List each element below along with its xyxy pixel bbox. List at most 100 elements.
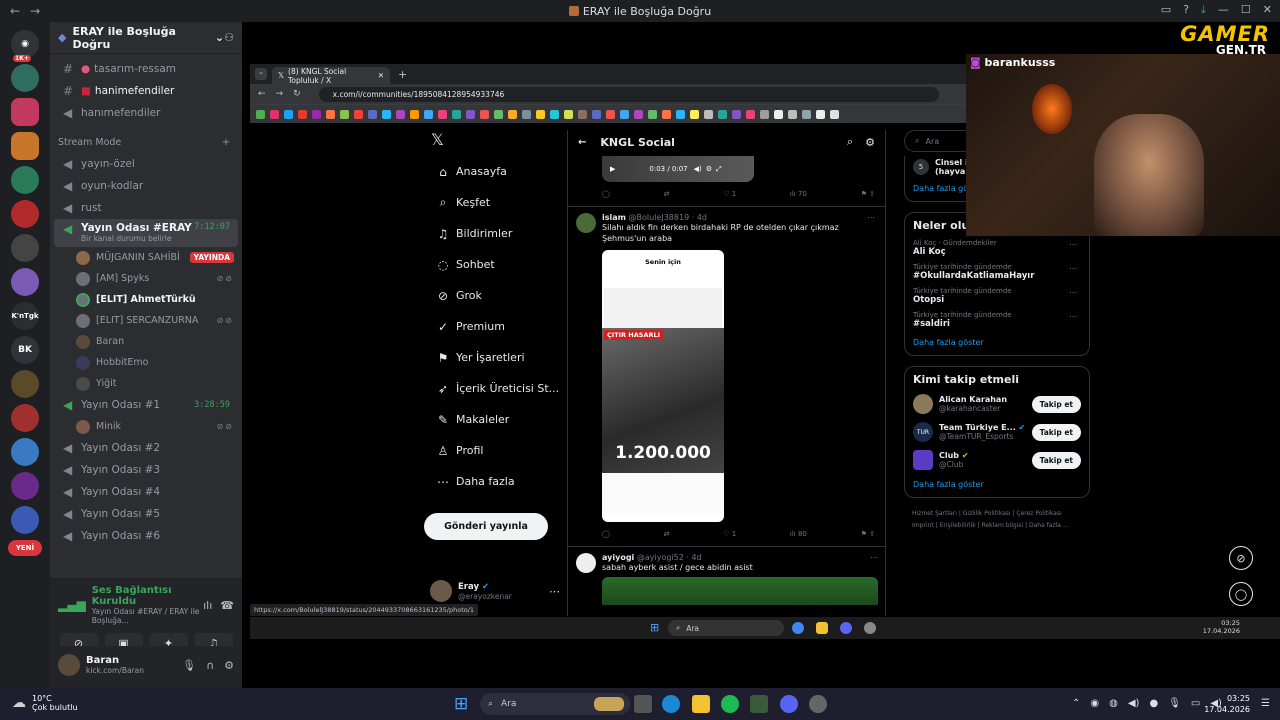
bookmark-favicon-icon[interactable]: [620, 109, 629, 119]
app-icon[interactable]: [864, 622, 876, 634]
nav-creator-studio[interactable]: ➶ İçerik Üreticisi St...: [430, 373, 566, 404]
nav-home[interactable]: ⌂ Anasayfa: [430, 156, 566, 187]
server-icon[interactable]: [11, 506, 39, 534]
weather-widget[interactable]: ☁ 10°C Çok bulutlu: [12, 694, 78, 712]
folder-icon[interactable]: [816, 622, 828, 634]
inner-search-box[interactable]: ⌕ Ara: [668, 620, 784, 636]
voice-channel[interactable]: ◀ Yayın Odası #5: [54, 503, 238, 525]
help-icon[interactable]: ?: [1183, 3, 1189, 17]
add-channel-icon[interactable]: +: [222, 137, 230, 148]
bookmark-favicon-icon[interactable]: [634, 109, 643, 119]
follow-button[interactable]: Takip et: [1031, 423, 1081, 441]
footer-link[interactable]: Çerez Politikası: [1016, 510, 1061, 517]
bookmark-favicon-icon[interactable]: [718, 109, 727, 119]
bookmark-favicon-icon[interactable]: [578, 109, 587, 119]
tray-app-icon[interactable]: ●: [1149, 698, 1158, 709]
more-dots-icon[interactable]: ⋯: [1069, 264, 1077, 273]
nav-notifications[interactable]: ♫ Bildirimler: [430, 218, 566, 249]
bookmark-favicon-icon[interactable]: [452, 109, 461, 119]
spotify-icon[interactable]: [721, 695, 739, 713]
footer-link[interactable]: Erişilebilirlik: [940, 522, 976, 529]
reply-icon[interactable]: ◯: [602, 530, 610, 538]
nav-more[interactable]: ⋯ Daha fazla: [430, 466, 566, 497]
app-icon[interactable]: [750, 695, 768, 713]
x-logo-icon[interactable]: 𝕏: [430, 130, 566, 156]
clock[interactable]: 03:25 17.04.2026: [1204, 693, 1250, 715]
maximize-icon[interactable]: ☐: [1241, 3, 1251, 17]
server-icon[interactable]: [11, 64, 39, 92]
app-icon[interactable]: [809, 695, 827, 713]
grok-float-icon[interactable]: ⊘: [1229, 546, 1253, 570]
fullscreen-icon[interactable]: ⤢: [716, 165, 722, 174]
server-icon[interactable]: [11, 234, 39, 262]
channel-item[interactable]: ◀ oyun-kodlar: [54, 175, 238, 197]
close-icon[interactable]: ✕: [1263, 3, 1272, 17]
bookmark-favicon-icon[interactable]: [662, 109, 671, 119]
nav-explore[interactable]: ⌕ Keşfet: [430, 187, 566, 218]
settings-icon[interactable]: ⚙: [706, 165, 712, 173]
settings-gear-icon[interactable]: ⚙: [224, 659, 234, 672]
nav-articles[interactable]: ✎ Makaleler: [430, 404, 566, 435]
server-icon-bk[interactable]: BK: [11, 336, 39, 364]
inbox-icon[interactable]: ▭: [1161, 3, 1171, 17]
voice-user[interactable]: Baran: [50, 331, 242, 352]
bookmark-favicon-icon[interactable]: [438, 109, 447, 119]
channel-item[interactable]: ◀ hanımefendiler: [54, 102, 238, 124]
nav-chat[interactable]: ◌ Sohbet: [430, 249, 566, 280]
bookmark-favicon-icon[interactable]: [480, 109, 489, 119]
tab-list-icon[interactable]: ⌄: [255, 68, 267, 80]
more-dots-icon[interactable]: ⋯: [870, 553, 878, 562]
invite-icon[interactable]: ⚇: [224, 31, 234, 44]
server-icon[interactable]: [11, 166, 39, 194]
chrome-icon[interactable]: [792, 622, 804, 634]
bookmark-favicon-icon[interactable]: [522, 109, 531, 119]
bookmark-favicon-icon[interactable]: [816, 109, 825, 119]
chevron-up-icon[interactable]: ⌃: [1072, 698, 1080, 709]
nav-premium[interactable]: ✓ Premium: [430, 311, 566, 342]
back-arrow-icon[interactable]: ←: [578, 137, 586, 148]
voice-status-detail[interactable]: Yayın Odası #ERAY / ERAY ile Boşluğa...: [92, 607, 203, 625]
user-info[interactable]: Baran kick.com/Baran 🎙 ∩ ⚙: [50, 646, 242, 684]
footer-link[interactable]: Imprint: [912, 522, 934, 529]
bookmark-favicon-icon[interactable]: [536, 109, 545, 119]
tray-app-icon[interactable]: ◉: [1090, 698, 1099, 709]
tweet[interactable]: islam @BoluleJ38819 · 4d ⋯ Silahı aldık f…: [568, 207, 885, 538]
bookmark-favicon-icon[interactable]: [494, 109, 503, 119]
bookmark-favicon-icon[interactable]: [648, 109, 657, 119]
address-bar[interactable]: x.com/i/communities/1895084128954933746: [318, 86, 939, 102]
more-dots-icon[interactable]: ⋯: [549, 585, 560, 598]
retweet-icon[interactable]: ⇄: [664, 530, 670, 538]
headphones-icon[interactable]: ∩: [206, 659, 214, 672]
voice-channel-active[interactable]: ◀ Yayın Odası #ERAY Bir kanal durumu bel…: [54, 219, 238, 247]
channel-item[interactable]: ◀ yayın-özel: [54, 153, 238, 175]
follow-suggestion[interactable]: Club ✔ @Club Takip et: [905, 446, 1089, 474]
discord-home-icon[interactable]: ◉ 1K+: [11, 30, 39, 62]
footer-link[interactable]: Hizmet Şartları: [912, 510, 957, 517]
bookmark-favicon-icon[interactable]: [802, 109, 811, 119]
server-icon[interactable]: [11, 404, 39, 432]
bookmark-favicon-icon[interactable]: [326, 109, 335, 119]
bookmark-favicon-icon[interactable]: [410, 109, 419, 119]
like-button[interactable]: ♡ 1: [723, 530, 736, 538]
reload-icon[interactable]: ↻: [293, 89, 301, 99]
tweet-image[interactable]: [602, 577, 878, 605]
notification-icon[interactable]: ☰: [1261, 698, 1270, 709]
server-icon[interactable]: [11, 472, 39, 500]
bookmark-favicon-icon[interactable]: [830, 109, 839, 119]
tweet-author[interactable]: islam: [602, 213, 626, 222]
follow-suggestion[interactable]: TUR Team Türkiye E... ✔ @TeamTUR_Esports Ta…: [905, 418, 1089, 446]
server-icon[interactable]: [11, 268, 39, 296]
trend-item[interactable]: Türkiye tarihinde gündemde #OkullardaKatl…: [905, 260, 1089, 284]
taskbar-search[interactable]: ⌕ Ara: [480, 693, 630, 715]
tweet-avatar[interactable]: [576, 553, 596, 573]
voice-status-title[interactable]: Ses Bağlantısı Kuruldu: [92, 585, 203, 607]
settings-gear-icon[interactable]: ⚙: [865, 136, 875, 149]
bookmark-icon[interactable]: ⚑ ⇪: [861, 190, 875, 198]
voice-channel[interactable]: ◀ Yayın Odası #1 3:28:59: [54, 394, 238, 416]
bookmark-favicon-icon[interactable]: [676, 109, 685, 119]
discord-icon[interactable]: [780, 695, 798, 713]
views-count[interactable]: ılı 80: [790, 530, 807, 538]
trend-item[interactable]: Türkiye tarihinde gündemde #saldiri ⋯: [905, 308, 1089, 332]
tweet[interactable]: ayiyogi @ayiyogi52 · 4d ⋯ sabah ayberk as…: [568, 547, 885, 605]
task-view-icon[interactable]: [634, 695, 652, 713]
